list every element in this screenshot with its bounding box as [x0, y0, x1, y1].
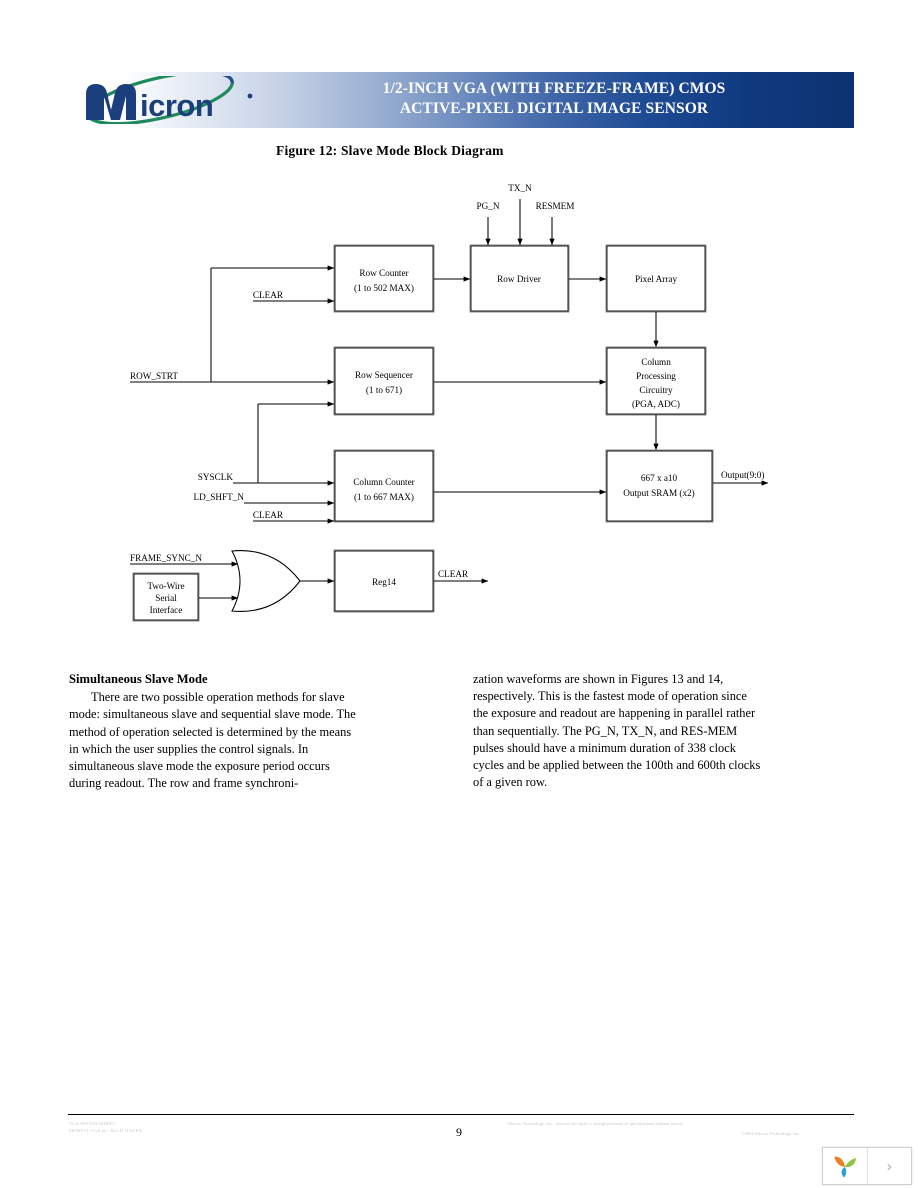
signal-label-clear-reg14: CLEAR: [438, 569, 469, 579]
svg-text:Output SRAM (x2): Output SRAM (x2): [623, 488, 694, 498]
signal-label-tx-n: TX_N: [508, 183, 532, 193]
block-label-reg14: Reg14: [372, 577, 396, 587]
slave-mode-block-diagram: Row Counter (1 to 502 MAX) Row Driver Pi…: [68, 165, 858, 640]
block-label-row-counter: Row Counter: [359, 268, 408, 278]
block-label-column-processing: Column: [641, 357, 671, 367]
page-header-banner: icron 1/2-INCH VGA (WITH FREEZE-FRAME) C…: [68, 70, 854, 128]
viewer-toolbar[interactable]: ›: [822, 1147, 912, 1185]
page-title: 1/2-INCH VGA (WITH FREEZE-FRAME) CMOS AC…: [268, 79, 840, 118]
block-label-two-wire: Two-Wire: [147, 581, 184, 591]
signal-label-frame-sync-n: FRAME_SYNC_N: [130, 553, 202, 563]
signal-label-output-bus: Output(9:0): [721, 470, 764, 480]
footer-divider: [68, 1114, 854, 1115]
svg-text:(1 to 502 MAX): (1 to 502 MAX): [354, 283, 414, 293]
leaf-logo-icon[interactable]: [823, 1148, 867, 1184]
section-heading: Simultaneous Slave Mode: [69, 672, 208, 686]
svg-text:Circuitry: Circuitry: [639, 385, 673, 395]
micron-logo: icron: [78, 70, 268, 126]
signal-label-resmem: RESMEM: [536, 201, 575, 211]
datasheet-page: icron 1/2-INCH VGA (WITH FREEZE-FRAME) C…: [0, 0, 918, 1188]
chevron-right-icon: ›: [886, 1157, 892, 1175]
figure-caption: Figure 12: Slave Mode Block Diagram: [276, 143, 504, 158]
svg-text:Interface: Interface: [150, 605, 183, 615]
body-paragraph-right: zation waveforms are shown in Figures 13…: [473, 672, 761, 790]
svg-text:(1 to 671): (1 to 671): [366, 385, 402, 395]
next-page-button[interactable]: ›: [866, 1148, 912, 1184]
signal-label-clear-row: CLEAR: [253, 290, 284, 300]
signal-label-pg-n: PG_N: [477, 201, 500, 211]
signal-label-clear-col: CLEAR: [253, 510, 284, 520]
block-label-pixel-array: Pixel Array: [635, 274, 678, 284]
body-column-left: Simultaneous Slave Mode There are two po…: [69, 671, 359, 792]
signal-label-row-strt: ROW_STRT: [130, 371, 178, 381]
block-label-row-driver: Row Driver: [497, 274, 541, 284]
page-title-line1: 1/2-INCH VGA (WITH FREEZE-FRAME) CMOS: [382, 80, 726, 97]
svg-text:(PGA, ADC): (PGA, ADC): [632, 399, 680, 409]
signal-label-ld-shft-n: LD_SHFT_N: [193, 492, 244, 502]
block-label-row-sequencer: Row Sequencer: [355, 370, 413, 380]
block-label-column-counter: Column Counter: [353, 477, 415, 487]
signal-label-sysclk: SYSCLK: [198, 472, 234, 482]
svg-text:(1 to 667 MAX): (1 to 667 MAX): [354, 492, 414, 502]
block-label-output-sram: 667 x a10: [641, 473, 678, 483]
svg-text:icron: icron: [140, 88, 213, 123]
svg-text:Processing: Processing: [636, 371, 676, 381]
page-title-line2: ACTIVE-PIXEL DIGITAL IMAGE SENSOR: [399, 99, 709, 117]
page-number: 9: [456, 1125, 462, 1139]
body-paragraph-left: There are two possible operation methods…: [69, 690, 356, 791]
svg-text:Serial: Serial: [155, 593, 177, 603]
body-column-right: zation waveforms are shown in Figures 13…: [473, 671, 763, 791]
